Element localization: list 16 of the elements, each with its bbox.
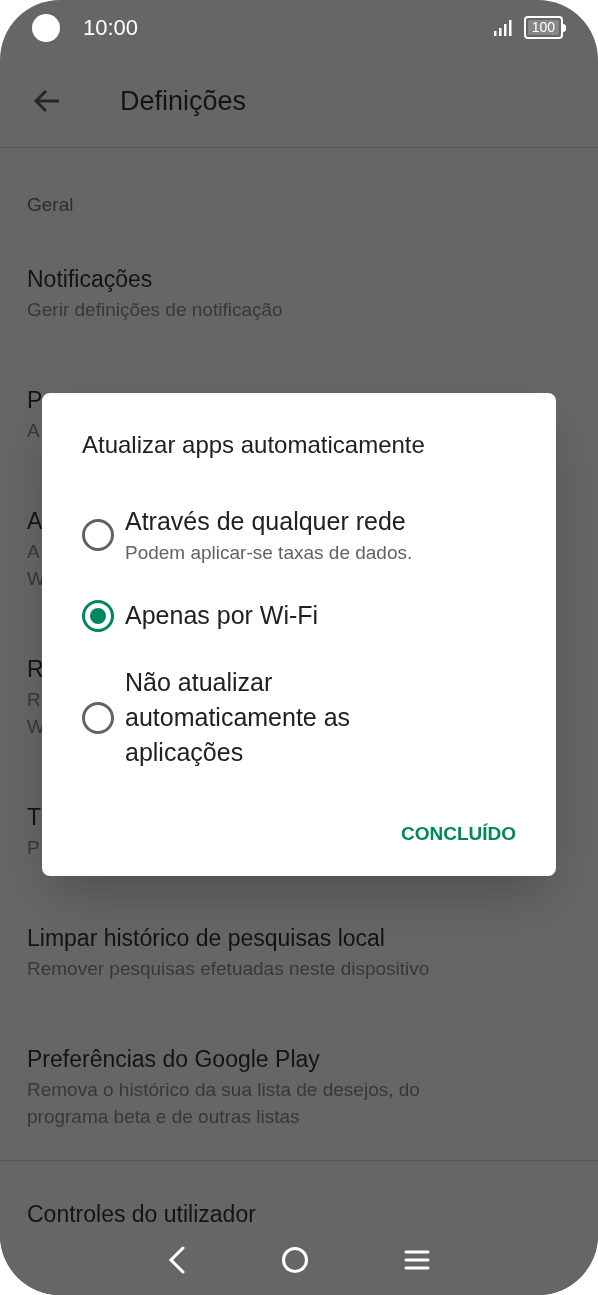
camera-hole-icon [32, 13, 60, 42]
battery-icon: 100 [523, 16, 566, 39]
status-time: 10:00 [83, 14, 139, 42]
dialog-title: Atualizar apps automaticamente [82, 430, 425, 460]
signal-icon [493, 19, 514, 36]
radio-option[interactable]: Através de qualquer rede Podem aplicar-se taxas de dados. [42, 488, 556, 582]
section-header: Geral [27, 193, 74, 217]
radio-option[interactable]: Não atualizar automaticamente as aplicações [42, 649, 556, 786]
menu-icon[interactable] [403, 1249, 431, 1271]
radio-option[interactable]: Apenas por Wi-Fi [42, 582, 556, 649]
home-icon[interactable] [281, 1246, 309, 1274]
back-icon[interactable] [167, 1246, 187, 1274]
section-header: Controles do utilizador [27, 1201, 256, 1225]
back-arrow-icon[interactable] [33, 89, 61, 113]
done-button[interactable]: CONCLUÍDO [392, 810, 524, 858]
screen-title: Definições [120, 84, 247, 118]
